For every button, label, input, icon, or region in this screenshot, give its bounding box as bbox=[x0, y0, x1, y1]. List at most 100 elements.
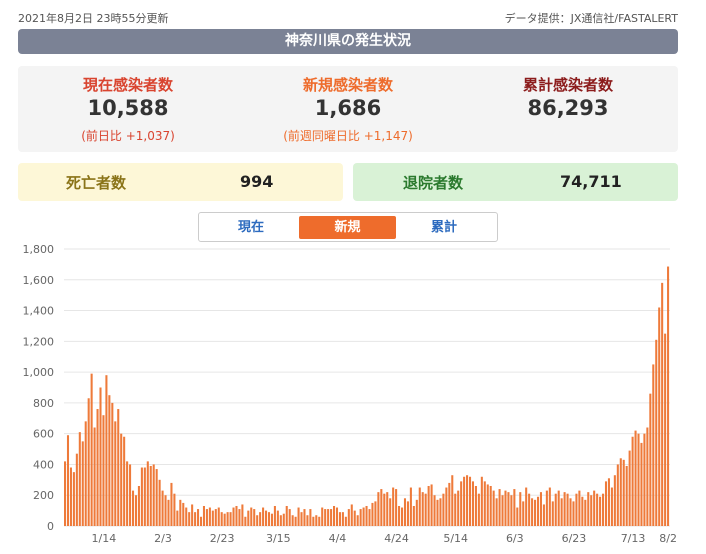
chart-bar bbox=[436, 499, 439, 526]
chart-bar bbox=[401, 507, 404, 526]
chart-bar bbox=[649, 393, 652, 526]
chart-bar bbox=[282, 513, 285, 526]
chart-grid bbox=[64, 248, 670, 527]
chart-bar bbox=[126, 461, 129, 526]
chart-bar bbox=[217, 507, 220, 526]
chart-bar bbox=[288, 509, 291, 526]
chart-bar bbox=[539, 492, 542, 526]
chart-bar bbox=[433, 495, 436, 526]
chart-bar bbox=[199, 516, 203, 526]
chart-bar bbox=[324, 509, 327, 526]
y-tick-label: 800 bbox=[33, 397, 54, 410]
chart-bar bbox=[350, 504, 353, 526]
chart-bar bbox=[661, 282, 664, 526]
chart-bar bbox=[551, 501, 554, 526]
chart-bar bbox=[185, 507, 188, 526]
chart-bar bbox=[510, 495, 513, 526]
chart-bar bbox=[486, 484, 489, 526]
chart-bar bbox=[294, 516, 297, 526]
chart-bar bbox=[134, 495, 138, 526]
chart-bar bbox=[279, 515, 282, 526]
chart-bar bbox=[250, 507, 253, 526]
chart-bar bbox=[575, 493, 578, 526]
chart-bar bbox=[300, 512, 303, 526]
chart-bar bbox=[415, 499, 418, 526]
new-cases-change: (前週同曜日比 +1,147) bbox=[283, 129, 413, 143]
chart-bar bbox=[152, 464, 155, 526]
chart-bar bbox=[341, 512, 344, 526]
deaths-value: 994 bbox=[240, 172, 274, 191]
x-tick-label: 7/13 bbox=[621, 532, 646, 545]
chart-bar bbox=[176, 510, 179, 526]
chart-bar bbox=[480, 476, 483, 526]
current-cases-value: 10,588 bbox=[87, 96, 169, 120]
tab-current[interactable]: 現在 bbox=[203, 216, 299, 239]
chart-bar bbox=[276, 510, 279, 526]
x-tick-label: 2/3 bbox=[154, 532, 172, 545]
chart-bar bbox=[140, 467, 143, 526]
chart-bar bbox=[616, 464, 619, 526]
deaths-label: 死亡者数 bbox=[66, 174, 127, 192]
chart-bar bbox=[625, 465, 628, 526]
chart-bar bbox=[468, 476, 472, 526]
chart-bar bbox=[554, 493, 557, 526]
chart-bar bbox=[90, 373, 93, 526]
chart-bar bbox=[131, 490, 135, 526]
tab-new[interactable]: 新規 bbox=[299, 216, 396, 239]
chart-bar bbox=[146, 461, 149, 526]
chart-bar bbox=[667, 266, 670, 526]
top-info-bar: 2021年8月2日 23時55分更新 データ提供：JX通信社/FASTALERT bbox=[18, 8, 678, 26]
chart-bar bbox=[587, 492, 590, 526]
chart-bar bbox=[297, 507, 300, 526]
y-tick-label: 1,800 bbox=[23, 243, 55, 256]
chart-bar bbox=[335, 507, 339, 526]
chart-bar bbox=[477, 493, 480, 526]
chart-bar bbox=[545, 490, 548, 526]
chart-bar bbox=[208, 507, 211, 526]
chart-bar bbox=[501, 495, 504, 526]
chart-bar bbox=[658, 307, 661, 526]
chart-bar bbox=[406, 501, 409, 526]
chart-bar bbox=[93, 427, 96, 526]
chart-bar bbox=[87, 398, 90, 526]
chart-bar bbox=[78, 432, 81, 526]
chart-bar bbox=[631, 436, 634, 526]
chart-bar bbox=[578, 490, 581, 526]
chart-bar bbox=[362, 507, 365, 526]
chart-bar bbox=[108, 395, 111, 526]
chart-bar bbox=[315, 515, 318, 526]
chart-bar bbox=[622, 459, 625, 526]
chart-bar bbox=[267, 512, 271, 526]
chart-bar bbox=[214, 509, 217, 526]
chart-bar bbox=[202, 505, 205, 526]
chart-bar bbox=[445, 487, 448, 526]
new-cases-stat: 新規感染者数 1,686 (前週同曜日比 +1,147) bbox=[238, 66, 458, 152]
chart-bar bbox=[191, 504, 194, 526]
current-cases-label: 現在感染者数 bbox=[82, 76, 173, 94]
chart-bar bbox=[664, 333, 667, 526]
y-tick-label: 1,600 bbox=[23, 274, 55, 287]
current-cases-change: (前日比 +1,037) bbox=[81, 129, 175, 143]
chart-bar bbox=[646, 427, 649, 526]
chart-bar bbox=[273, 505, 276, 526]
chart-bar bbox=[170, 482, 173, 526]
chart-bar bbox=[161, 490, 164, 526]
chart-bar bbox=[244, 516, 247, 526]
chart-bar bbox=[421, 492, 424, 526]
x-tick-label: 4/24 bbox=[384, 532, 409, 545]
chart-bar bbox=[120, 433, 123, 526]
chart-bar bbox=[560, 498, 563, 526]
tab-total[interactable]: 累計 bbox=[396, 216, 492, 239]
chart-mode-tabs: 現在 新規 累計 bbox=[198, 212, 498, 242]
chart-bar bbox=[463, 476, 466, 526]
chart-bar bbox=[457, 490, 460, 526]
chart-bar bbox=[604, 481, 608, 526]
chart-bar bbox=[613, 475, 616, 526]
chart-bar bbox=[66, 435, 70, 526]
chart-bar bbox=[522, 501, 525, 526]
data-source-text: データ提供：JX通信社/FASTALERT bbox=[504, 12, 678, 25]
x-axis-labels: 1/14 2/3 2/23 3/15 4/4 4/24 5/14 6/3 6/23 7/13 8/2 bbox=[92, 532, 677, 545]
current-cases-stat: 現在感染者数 10,588 (前日比 +1,037) bbox=[18, 66, 238, 152]
chart-bar bbox=[211, 510, 214, 526]
chart-bar bbox=[111, 402, 114, 526]
